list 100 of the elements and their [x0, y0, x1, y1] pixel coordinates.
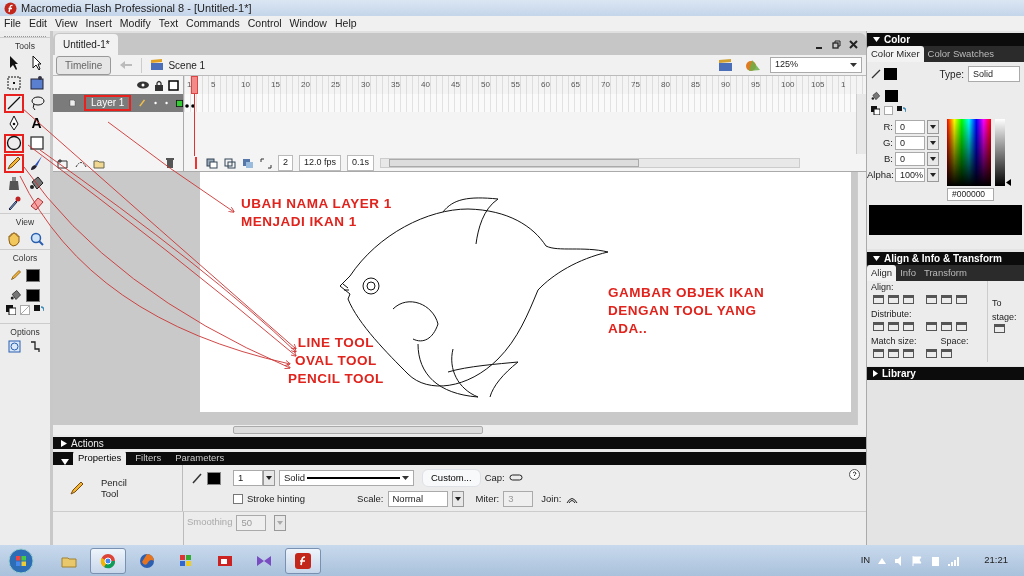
- onion-outline-icon[interactable]: [224, 157, 236, 169]
- document-tab[interactable]: Untitled-1*: [55, 34, 118, 55]
- channel-field[interactable]: 0: [895, 136, 925, 151]
- menu-item[interactable]: File: [0, 15, 25, 32]
- tool-button[interactable]: A: [26, 113, 47, 133]
- align-icon[interactable]: [888, 294, 899, 304]
- panel-tab[interactable]: Parameters: [170, 450, 230, 465]
- collapse-arrow-icon[interactable]: [61, 459, 69, 465]
- align-icon[interactable]: [926, 348, 937, 358]
- stroke-color-swatch[interactable]: [884, 68, 897, 81]
- to-stage-icon[interactable]: [994, 324, 1005, 334]
- menu-item[interactable]: Control: [243, 15, 286, 32]
- menu-item[interactable]: Text: [154, 15, 183, 32]
- timeline-button[interactable]: Timeline: [56, 55, 112, 75]
- no-color-icon[interactable]: [884, 106, 893, 116]
- checkbox[interactable]: [233, 494, 243, 504]
- onion-skin-icon[interactable]: [206, 157, 218, 169]
- vertical-scrollbar[interactable]: [856, 94, 866, 154]
- align-icon[interactable]: [941, 294, 952, 304]
- default-colors-icon[interactable]: [6, 305, 16, 316]
- menu-item[interactable]: Window: [285, 15, 331, 32]
- taskbar-button[interactable]: [90, 547, 126, 574]
- layer-name[interactable]: Layer 1: [84, 95, 132, 111]
- hex-field[interactable]: #000000: [947, 188, 994, 202]
- edit-frames-icon[interactable]: [242, 157, 254, 169]
- color-swatch[interactable]: [26, 288, 40, 302]
- align-icon[interactable]: [903, 321, 914, 331]
- dropdown-button[interactable]: [927, 136, 939, 151]
- no-color-icon[interactable]: [20, 305, 30, 316]
- align-icon[interactable]: [941, 321, 952, 331]
- timeline-scrollbar[interactable]: [380, 158, 801, 168]
- scene-label[interactable]: Scene 1: [168, 57, 206, 73]
- menu-item[interactable]: View: [51, 15, 82, 32]
- channel-field[interactable]: 100%: [895, 168, 925, 183]
- horizontal-scrollbar[interactable]: [53, 425, 866, 435]
- close-icon[interactable]: [849, 39, 858, 49]
- panel-tab[interactable]: Transform: [920, 265, 971, 282]
- tool-button[interactable]: [3, 153, 24, 173]
- color-swatch[interactable]: [26, 268, 40, 282]
- dropdown-button[interactable]: [927, 152, 939, 167]
- expand-arrow-icon[interactable]: [873, 370, 878, 377]
- expand-arrow-icon[interactable]: [61, 439, 67, 447]
- menu-item[interactable]: Insert: [81, 15, 116, 32]
- tool-button[interactable]: [3, 133, 24, 153]
- align-icon[interactable]: [888, 348, 899, 358]
- brightness-slider[interactable]: [995, 119, 1011, 187]
- fill-color-swatch[interactable]: [885, 90, 898, 103]
- vertical-scrollbar[interactable]: [857, 172, 866, 425]
- align-icon[interactable]: [888, 321, 899, 331]
- align-icon[interactable]: [956, 321, 967, 331]
- object-drawing-icon[interactable]: [8, 340, 21, 353]
- panel-tab[interactable]: Align: [867, 265, 897, 282]
- type-dropdown[interactable]: Solid: [968, 66, 1020, 83]
- color-spectrum[interactable]: [947, 119, 991, 187]
- markers-icon[interactable]: [260, 157, 272, 169]
- dropdown-button[interactable]: [263, 470, 275, 486]
- tool-button[interactable]: [3, 93, 24, 113]
- cap-icon[interactable]: [508, 473, 525, 483]
- channel-field[interactable]: 0: [895, 152, 925, 167]
- align-icon[interactable]: [926, 321, 937, 331]
- layer-row[interactable]: Layer 1: [53, 94, 183, 112]
- dropdown-button[interactable]: [451, 491, 464, 507]
- edit-symbols-icon[interactable]: [744, 58, 762, 72]
- panel-tab[interactable]: Filters: [130, 450, 167, 465]
- default-colors-icon[interactable]: [871, 106, 880, 116]
- menu-item[interactable]: Edit: [24, 15, 51, 32]
- restore-icon[interactable]: [832, 39, 841, 49]
- menu-item[interactable]: Modify: [115, 15, 155, 32]
- align-icon[interactable]: [926, 294, 937, 304]
- collapse-arrow-icon[interactable]: [873, 37, 880, 42]
- panel-tab[interactable]: Color Mixer: [867, 46, 924, 63]
- align-icon[interactable]: [903, 294, 914, 304]
- panel-tab[interactable]: Color Swatches: [923, 46, 999, 63]
- menu-item[interactable]: Help: [330, 15, 361, 32]
- center-frame-icon[interactable]: [192, 157, 200, 169]
- dropdown-button[interactable]: [927, 120, 939, 135]
- add-layer-icon[interactable]: [57, 157, 69, 169]
- align-icon[interactable]: [956, 294, 967, 304]
- align-icon[interactable]: [873, 321, 884, 331]
- start-button-icon[interactable]: [8, 547, 34, 574]
- stroke-style-dropdown[interactable]: Solid: [279, 470, 414, 486]
- dropdown-button[interactable]: [927, 168, 939, 183]
- panel-tab[interactable]: Info: [896, 265, 920, 282]
- custom-button[interactable]: Custom...: [422, 469, 481, 487]
- stroke-height-field[interactable]: 1: [233, 470, 263, 486]
- zoom-dropdown[interactable]: 125%: [770, 57, 862, 73]
- collapse-arrow-icon[interactable]: [873, 256, 880, 261]
- menu-item[interactable]: Commands: [182, 15, 244, 32]
- channel-field[interactable]: 0: [895, 120, 925, 135]
- stroke-color-swatch[interactable]: [207, 471, 221, 485]
- taskbar-button[interactable]: [285, 547, 321, 574]
- scale-dropdown[interactable]: Normal: [387, 491, 448, 507]
- trash-icon[interactable]: [165, 157, 175, 169]
- align-icon[interactable]: [941, 348, 952, 358]
- language-indicator[interactable]: IN: [860, 553, 871, 568]
- align-icon[interactable]: [903, 348, 914, 358]
- help-icon[interactable]: [849, 469, 860, 480]
- align-icon[interactable]: [873, 348, 884, 358]
- panel-title[interactable]: Color: [884, 32, 911, 47]
- panel-tab[interactable]: Properties: [73, 450, 127, 465]
